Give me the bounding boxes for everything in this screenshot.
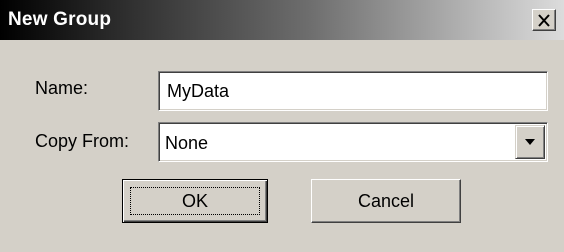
copy-from-label: Copy From: [35,131,130,151]
dropdown-button[interactable] [515,125,545,159]
copy-from-selected-value: None [165,133,209,153]
close-button[interactable] [532,9,556,31]
chevron-down-icon [524,133,536,151]
name-input[interactable]: MyData [158,71,548,111]
cancel-button[interactable]: Cancel [311,179,461,223]
focus-rectangle [130,187,260,215]
new-group-dialog: New Group Name: MyData Copy From: None O… [0,0,564,252]
cancel-button-label: Cancel [357,190,415,211]
name-label: Name: [35,78,89,98]
title-bar[interactable]: New Group [0,0,564,40]
window-title: New Group [8,9,112,30]
ok-button[interactable]: OK [122,179,268,223]
name-input-value: MyData [167,81,230,101]
close-icon [537,13,551,27]
copy-from-select[interactable]: None [158,122,548,162]
